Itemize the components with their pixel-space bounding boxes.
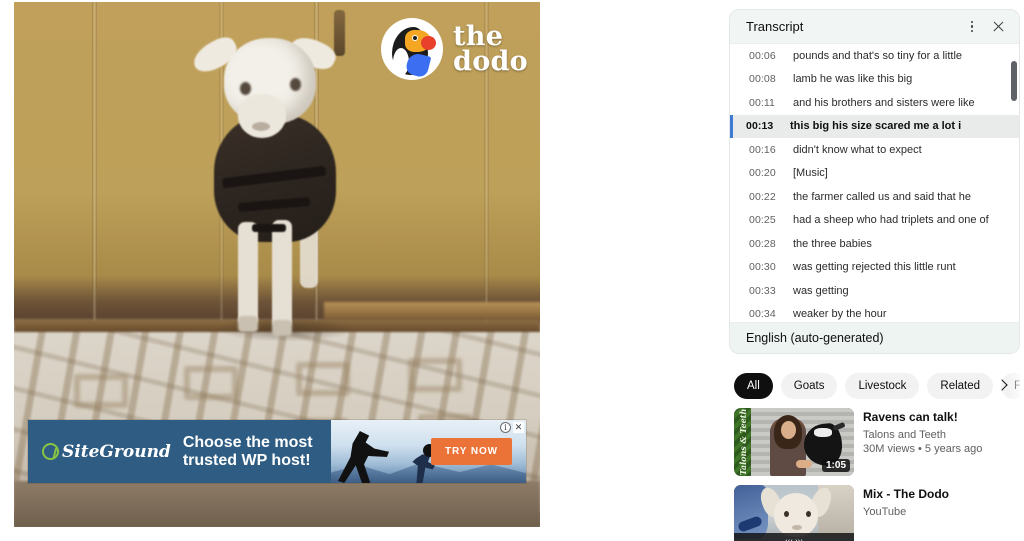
video-title[interactable]: Ravens can talk! [863, 410, 982, 425]
transcript-language-footer[interactable]: English (auto-generated) [730, 322, 1019, 353]
ad-controls[interactable]: i ✕ [500, 422, 524, 433]
transcript-row[interactable]: 00:13 this big his size scared me a lot i [730, 114, 1019, 138]
video-stats: 30M views • 5 years ago [863, 443, 983, 455]
transcript-row[interactable]: 00:30 was getting rejected this little ru… [730, 256, 1019, 280]
dodo-bird-icon [381, 18, 444, 80]
transcript-title: Transcript [746, 19, 804, 34]
transcript-text: was getting [793, 284, 849, 297]
transcript-text: and his brothers and sisters were like [793, 96, 975, 109]
transcript-row[interactable]: 00:20 [Music] [730, 162, 1019, 186]
transcript-text: lamb he was like this big [793, 73, 913, 86]
ad-headline-line-2: trusted WP host! [182, 451, 311, 469]
transcript-text: [Music] [793, 167, 828, 180]
floor [14, 481, 540, 527]
ad-message: SiteGround Choose the most trusted WP ho… [28, 420, 331, 483]
transcript-header: Transcript [730, 10, 1019, 44]
transcript-scrollbar-thumb[interactable] [1011, 61, 1017, 101]
video-title[interactable]: Mix - The Dodo [863, 487, 949, 502]
filter-chip[interactable]: Goats [780, 373, 838, 399]
transcript-timestamp: 00:13 [746, 120, 774, 133]
ad-brand-name: SiteGround [62, 441, 171, 462]
the-dodo-watermark: the dodo [381, 18, 528, 80]
siteground-logo: SiteGround [42, 442, 171, 462]
transcript-text: the three babies [793, 237, 872, 250]
thumbnail-banner: Talons & Teeth [734, 408, 751, 476]
filter-chip[interactable]: All [734, 373, 773, 399]
transcript-timestamp: 00:20 [749, 167, 776, 180]
video-metadata: Mix - The Dodo YouTube [863, 485, 949, 541]
transcript-text: the farmer called us and said that he [793, 190, 971, 203]
transcript-timestamp: 00:28 [749, 237, 776, 250]
transcript-panel: Transcript 00:06 pounds and that's so tin… [729, 9, 1020, 354]
transcript-language-label: English (auto-generated) [746, 331, 884, 345]
transcript-row[interactable]: 00:06 pounds and that's so tiny for a lit… [730, 44, 1019, 68]
transcript-timestamp: 00:25 [749, 214, 776, 227]
ad-headline-line-1: Choose the most [182, 433, 313, 451]
transcript-text: this big his size scared me a lot i [790, 120, 962, 133]
channel-name[interactable]: YouTube [863, 506, 949, 518]
recommendation-filter-chips[interactable]: AllGoatsLivestockRelatedFrom [734, 372, 1020, 400]
list-item[interactable]: Mix - The Dodo YouTube [734, 485, 1024, 541]
lamb-subject [186, 24, 386, 342]
transcript-row[interactable]: 00:34 weaker by the hour [730, 303, 1019, 323]
ad-close-icon[interactable]: ✕ [513, 422, 524, 433]
ad-cta-button[interactable]: TRY NOW [431, 438, 512, 465]
close-icon [992, 20, 1005, 33]
transcript-text: didn't know what to expect [793, 143, 922, 156]
transcript-timestamp: 00:08 [749, 73, 776, 86]
door-seam [92, 2, 97, 332]
transcript-timestamp: 00:06 [749, 49, 776, 62]
ad-artwork: TRY NOW i ✕ [331, 420, 526, 483]
video-overlay-ad[interactable]: SiteGround Choose the most trusted WP ho… [28, 420, 526, 483]
transcript-text: weaker by the hour [793, 308, 887, 321]
video-player[interactable]: the dodo SiteGround Choose the most trus… [14, 2, 540, 527]
video-thumbnail[interactable] [734, 485, 854, 541]
siteground-mark-icon [42, 443, 59, 460]
transcript-menu-button[interactable] [959, 14, 985, 40]
transcript-timestamp: 00:30 [749, 261, 776, 274]
watermark-text: the dodo [453, 23, 528, 77]
transcript-row[interactable]: 00:28 the three babies [730, 232, 1019, 256]
transcript-row[interactable]: 00:08 lamb he was like this big [730, 68, 1019, 92]
list-item[interactable]: Talons & Teeth 1:05 Ravens can talk! Tal… [734, 408, 1024, 476]
youtube-watch-page: the dodo SiteGround Choose the most trus… [0, 0, 1024, 541]
video-metadata: Ravens can talk! Talons and Teeth 30M vi… [863, 408, 982, 476]
watermark-line-2: dodo [453, 46, 528, 77]
channel-name[interactable]: Talons and Teeth [863, 429, 982, 441]
recommended-videos-list: Talons & Teeth 1:05 Ravens can talk! Tal… [734, 408, 1024, 541]
transcript-timestamp: 00:11 [749, 96, 775, 109]
mix-overlay-bar [734, 533, 854, 541]
filter-chip[interactable]: Livestock [845, 373, 920, 399]
transcript-close-button[interactable] [985, 14, 1011, 40]
video-thumbnail[interactable]: Talons & Teeth 1:05 [734, 408, 854, 476]
video-duration-badge: 1:05 [821, 459, 850, 472]
transcript-row[interactable]: 00:11 and his brothers and sisters were l… [730, 91, 1019, 115]
transcript-text: had a sheep who had triplets and one of [793, 214, 989, 227]
ad-info-icon[interactable]: i [500, 422, 511, 433]
transcript-list[interactable]: 00:06 pounds and that's so tiny for a lit… [730, 44, 1019, 322]
ad-headline: Choose the most trusted WP host! [183, 434, 313, 470]
transcript-timestamp: 00:34 [749, 308, 776, 321]
transcript-row[interactable]: 00:22 the farmer called us and said that … [730, 185, 1019, 209]
transcript-row[interactable]: 00:33 was getting [730, 279, 1019, 303]
transcript-text: pounds and that's so tiny for a little [793, 49, 963, 62]
filter-chip[interactable]: Related [927, 373, 994, 399]
transcript-timestamp: 00:33 [749, 284, 776, 297]
transcript-row[interactable]: 00:16 didn't know what to expect [730, 138, 1019, 162]
transcript-timestamp: 00:22 [749, 190, 776, 203]
broadcast-icon [788, 537, 801, 541]
transcript-text: was getting rejected this little runt [793, 261, 956, 274]
transcript-row[interactable]: 00:25 had a sheep who had triplets and on… [730, 209, 1019, 233]
thumbnail-banner-text: Talons & Teeth [737, 408, 748, 476]
transcript-timestamp: 00:16 [749, 143, 776, 156]
kebab-menu-icon [970, 20, 974, 33]
